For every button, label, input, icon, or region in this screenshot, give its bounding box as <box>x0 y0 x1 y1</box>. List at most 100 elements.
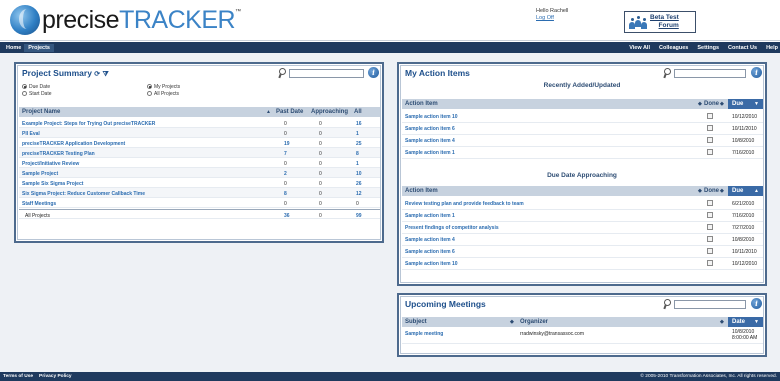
total-past[interactable]: 36 <box>284 213 290 219</box>
done-checkbox[interactable] <box>707 149 713 155</box>
col-action-item[interactable]: Action Item <box>405 101 438 107</box>
project-row[interactable]: Example Project: Steps for Trying Out pr… <box>19 118 380 128</box>
all-count[interactable]: 26 <box>356 181 362 187</box>
sort-toggle-icon[interactable]: ◆ <box>698 101 702 107</box>
nav-projects[interactable]: Projects <box>24 43 54 52</box>
action-search-icon[interactable] <box>663 68 672 78</box>
col-date-sorted[interactable]: Date ▼ <box>728 317 763 327</box>
privacy-policy-link[interactable]: Privacy Policy <box>39 374 72 379</box>
past-date-count[interactable]: 7 <box>284 151 287 157</box>
action-item-row[interactable]: Sample action item 1 7/16/2010 <box>402 210 763 222</box>
nav-home[interactable]: Home <box>3 45 24 52</box>
action-item-link[interactable]: Sample action item 4 <box>405 138 455 144</box>
past-date-count[interactable]: 0 <box>284 131 287 137</box>
action-item-row[interactable]: Sample action item 10 10/12/2010 <box>402 111 763 123</box>
all-count[interactable]: 25 <box>356 141 362 147</box>
done-checkbox[interactable] <box>707 248 713 254</box>
all-count[interactable]: 16 <box>356 121 362 127</box>
col-due-sorted[interactable]: Due ▲ <box>728 186 763 196</box>
action-item-link[interactable]: Sample action item 6 <box>405 126 455 132</box>
past-date-count[interactable]: 2 <box>284 171 287 177</box>
search-icon[interactable] <box>278 68 287 78</box>
action-item-link[interactable]: Sample action item 4 <box>405 237 455 243</box>
sort-toggle-icon[interactable]: ◆ <box>698 188 702 194</box>
col-approaching[interactable]: Approaching <box>311 109 348 115</box>
action-item-row[interactable]: Sample action item 1 7/16/2010 <box>402 147 763 159</box>
project-row[interactable]: Six Sigma Project: Reduce Customer Callb… <box>19 188 380 198</box>
col-due-sorted[interactable]: Due ▼ <box>728 99 763 109</box>
col-action-item[interactable]: Action Item <box>405 188 438 194</box>
nav-view-all[interactable]: View All <box>629 45 650 51</box>
my-projects-radio[interactable] <box>147 84 152 89</box>
meetings-info-icon[interactable]: i <box>751 298 762 309</box>
project-row[interactable]: Staff Meetings 0 0 0 <box>19 198 380 208</box>
approaching-count[interactable]: 0 <box>319 121 322 127</box>
action-item-row[interactable]: Sample action item 6 10/11/2010 <box>402 123 763 135</box>
project-name-link[interactable]: Sample Six Sigma Project <box>22 181 83 187</box>
project-row[interactable]: Sample Project 2 0 10 <box>19 168 380 178</box>
sort-toggle-icon[interactable]: ◆ <box>720 319 724 325</box>
due-date-option[interactable]: Due Date <box>22 84 50 90</box>
past-date-count[interactable]: 8 <box>284 191 287 197</box>
all-projects-radio[interactable] <box>147 91 152 96</box>
approaching-count[interactable]: 0 <box>319 141 322 147</box>
all-count[interactable]: 8 <box>356 151 359 157</box>
action-item-link[interactable]: Sample action item 1 <box>405 213 455 219</box>
my-projects-option[interactable]: My Projects <box>147 84 180 90</box>
done-checkbox[interactable] <box>707 260 713 266</box>
action-item-row[interactable]: Sample action item 6 10/11/2010 <box>402 246 763 258</box>
project-search-input[interactable] <box>289 69 364 78</box>
all-count[interactable]: 1 <box>356 161 359 167</box>
approaching-count[interactable]: 0 <box>319 201 322 207</box>
meeting-subject[interactable]: Sample meeting <box>405 331 443 337</box>
col-organizer[interactable]: Organizer <box>520 319 548 325</box>
project-name-link[interactable]: Project/Initiative Review <box>22 161 79 167</box>
all-projects-option[interactable]: All Projects <box>147 91 179 97</box>
done-checkbox[interactable] <box>707 236 713 242</box>
done-checkbox[interactable] <box>707 212 713 218</box>
project-row[interactable]: preciseTRACKER Testing Plan 7 0 8 <box>19 148 380 158</box>
action-info-icon[interactable]: i <box>751 67 762 78</box>
precisetracker-logo[interactable]: precise TRACKER ™ <box>10 5 241 35</box>
meetings-search-input[interactable] <box>674 300 746 309</box>
project-row[interactable]: PII Eval 0 0 1 <box>19 128 380 138</box>
nav-contact-us[interactable]: Contact Us <box>728 45 757 51</box>
col-project-name[interactable]: Project Name <box>22 109 60 115</box>
refresh-icon[interactable]: ⟳ <box>94 71 100 78</box>
project-name-link[interactable]: Six Sigma Project: Reduce Customer Callb… <box>22 191 145 197</box>
past-date-count[interactable]: 0 <box>284 181 287 187</box>
project-name-link[interactable]: Example Project: Steps for Trying Out pr… <box>22 121 155 127</box>
nav-settings[interactable]: Settings <box>697 45 719 51</box>
sort-toggle-icon[interactable]: ◆ <box>720 101 724 107</box>
project-name-link[interactable]: Staff Meetings <box>22 201 56 207</box>
all-count[interactable]: 1 <box>356 131 359 137</box>
past-date-count[interactable]: 0 <box>284 121 287 127</box>
done-checkbox[interactable] <box>707 200 713 206</box>
past-date-count[interactable]: 0 <box>284 161 287 167</box>
meetings-search-icon[interactable] <box>663 299 672 309</box>
action-item-row[interactable]: Sample action item 10 10/12/2010 <box>402 258 763 270</box>
project-row[interactable]: Sample Six Sigma Project 0 0 26 <box>19 178 380 188</box>
all-count[interactable]: 10 <box>356 171 362 177</box>
start-date-option[interactable]: Start Date <box>22 91 52 97</box>
sort-toggle-icon[interactable]: ◆ <box>720 188 724 194</box>
approaching-count[interactable]: 0 <box>319 161 322 167</box>
action-item-row[interactable]: Review testing plan and provide feedback… <box>402 198 763 210</box>
terms-of-use-link[interactable]: Terms of Use <box>3 374 33 379</box>
beta-forum-button[interactable]: Beta Test Forum <box>624 11 696 33</box>
past-date-count[interactable]: 19 <box>284 141 290 147</box>
all-count[interactable]: 0 <box>356 201 359 207</box>
info-icon[interactable]: i <box>368 67 379 78</box>
project-name-link[interactable]: preciseTRACKER Application Development <box>22 141 125 147</box>
logout-link[interactable]: Log Off <box>536 15 568 22</box>
done-checkbox[interactable] <box>707 137 713 143</box>
action-search-input[interactable] <box>674 69 746 78</box>
action-item-link[interactable]: Present findings of competitor analysis <box>405 225 499 231</box>
past-date-count[interactable]: 0 <box>284 201 287 207</box>
approaching-count[interactable]: 0 <box>319 151 322 157</box>
total-all[interactable]: 99 <box>356 213 362 219</box>
nav-help[interactable]: Help <box>766 45 778 51</box>
action-item-link[interactable]: Review testing plan and provide feedback… <box>405 201 524 207</box>
meeting-row[interactable]: Sample meeting rradwinsky@transassoc.com… <box>402 328 763 344</box>
all-count[interactable]: 12 <box>356 191 362 197</box>
